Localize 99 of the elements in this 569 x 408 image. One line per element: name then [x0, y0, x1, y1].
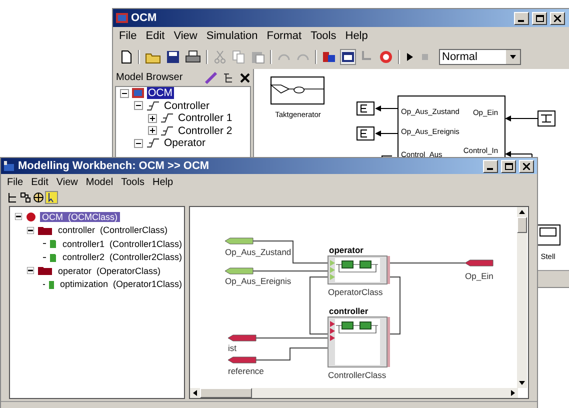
- port-connector[interactable]: [464, 260, 494, 266]
- block-title: controller: [329, 306, 368, 316]
- class-block[interactable]: [328, 256, 390, 284]
- tree-item[interactable]: controller (ControllerClass): [56, 225, 170, 236]
- tree-item[interactable]: OCM: [147, 87, 174, 100]
- expand-icon[interactable]: [148, 126, 157, 136]
- display-block: [356, 126, 374, 140]
- tree-item[interactable]: controller1 (Controller1Class): [60, 238, 184, 249]
- menu-item[interactable]: View: [56, 176, 78, 188]
- block-title: operator: [329, 245, 364, 255]
- tree-icon[interactable]: [7, 192, 18, 203]
- block-label: OperatorClass: [328, 287, 383, 297]
- window-title: OCM: [131, 12, 157, 24]
- tree-item[interactable]: Controller 1: [177, 112, 234, 124]
- maximize-icon: [536, 14, 544, 22]
- class-block[interactable]: [328, 316, 390, 368]
- constant-block: [538, 110, 556, 126]
- hierarchy-icon[interactable]: [20, 192, 31, 203]
- menu-item[interactable]: View: [174, 30, 198, 42]
- window-title: Modelling Workbench: OCM >> OCM: [18, 160, 210, 172]
- printer-icon[interactable]: [185, 50, 201, 64]
- scrollbar-thumb[interactable]: [517, 217, 527, 233]
- block-label: ControllerClass: [328, 370, 386, 380]
- close-icon: [554, 14, 561, 22]
- menu-item[interactable]: Format: [266, 30, 302, 42]
- menu-item[interactable]: Model: [86, 176, 114, 188]
- collapse-icon[interactable]: [120, 88, 129, 98]
- save-icon[interactable]: [166, 50, 180, 64]
- mode-select[interactable]: Normal: [439, 49, 521, 65]
- minimize-button[interactable]: [514, 12, 529, 24]
- panel-title: Model Browser: [116, 72, 184, 83]
- collapse-icon[interactable]: [134, 101, 143, 110]
- close-icon: [523, 162, 530, 170]
- port-connector[interactable]: [228, 334, 256, 342]
- connection-line: [505, 116, 538, 122]
- paste-icon[interactable]: [251, 50, 265, 64]
- menu-item[interactable]: Help: [152, 176, 174, 188]
- maximize-button[interactable]: [501, 160, 516, 172]
- new-file-icon[interactable]: [119, 50, 133, 64]
- menu-item[interactable]: Edit: [31, 176, 48, 188]
- tree-item[interactable]: optimization (Operator1Class): [58, 279, 184, 290]
- port-connector[interactable]: [228, 356, 256, 364]
- expand-icon[interactable]: [148, 114, 157, 123]
- horizontal-scrollbar[interactable]: [190, 388, 518, 398]
- tree-item[interactable]: operator (OperatorClass): [56, 266, 163, 276]
- tree-item[interactable]: Operator: [163, 137, 206, 150]
- app-icon: [116, 12, 128, 24]
- minimize-button[interactable]: [483, 160, 498, 172]
- pencil-icon[interactable]: [204, 70, 218, 84]
- port-label: Op_Ein: [465, 271, 494, 281]
- debug-icon[interactable]: [379, 50, 393, 64]
- explorer-icon[interactable]: [341, 50, 355, 64]
- close-button[interactable]: [550, 12, 565, 24]
- collapse-icon[interactable]: [134, 138, 143, 148]
- subsystem-icon: [160, 112, 174, 124]
- maximize-icon: [504, 162, 512, 170]
- model-icon: [132, 87, 144, 100]
- port-label: reference: [228, 366, 264, 376]
- menu-item[interactable]: File: [7, 176, 24, 188]
- menu-item[interactable]: File: [119, 30, 137, 42]
- collapse-icon[interactable]: [27, 226, 34, 234]
- clock-block: [270, 76, 324, 104]
- port-label: Op_Aus_Zustand: [225, 247, 292, 257]
- folder-icon: [38, 226, 52, 235]
- close-icon[interactable]: [240, 72, 250, 82]
- menu-item[interactable]: Edit: [146, 30, 165, 42]
- folder-icon: [49, 280, 54, 289]
- collapse-icon[interactable]: [15, 213, 22, 220]
- port-connector[interactable]: [224, 238, 254, 244]
- maximize-button[interactable]: [532, 12, 547, 24]
- scope-block: [536, 224, 560, 246]
- connection-line: [375, 130, 398, 136]
- menu-item[interactable]: Simulation: [206, 30, 258, 42]
- vertical-scrollbar[interactable]: [517, 207, 527, 388]
- globe-icon[interactable]: [33, 192, 44, 203]
- circle-icon: [26, 212, 36, 222]
- menu-item[interactable]: Help: [345, 30, 368, 42]
- tree-item[interactable]: controller2 (Controller2Class): [60, 252, 184, 262]
- port-label: ist: [228, 343, 236, 353]
- menu-item[interactable]: Tools: [121, 176, 144, 188]
- menu-item[interactable]: Tools: [310, 30, 336, 42]
- tree-item[interactable]: OCM (OCMClass): [40, 212, 120, 222]
- connection-line: [375, 106, 398, 112]
- port-connector[interactable]: [224, 268, 254, 274]
- collapse-icon[interactable]: [27, 267, 34, 274]
- port-label: Op_Aus_Ereignis: [225, 276, 292, 286]
- subsystem-icon: [160, 124, 174, 137]
- app-icon: [4, 160, 15, 172]
- play-icon[interactable]: [405, 50, 415, 64]
- subsystem-icon: [146, 100, 160, 112]
- library-icon[interactable]: [322, 50, 336, 64]
- pointer-icon[interactable]: [46, 192, 57, 203]
- tree-item[interactable]: Controller: [163, 100, 211, 112]
- subsystem-icon: [146, 137, 160, 150]
- tree-item[interactable]: Controller 2: [177, 124, 234, 137]
- close-button[interactable]: [519, 160, 534, 172]
- folder-icon: [38, 266, 52, 276]
- display-block: [356, 102, 374, 116]
- scrollbar-thumb[interactable]: [200, 388, 252, 398]
